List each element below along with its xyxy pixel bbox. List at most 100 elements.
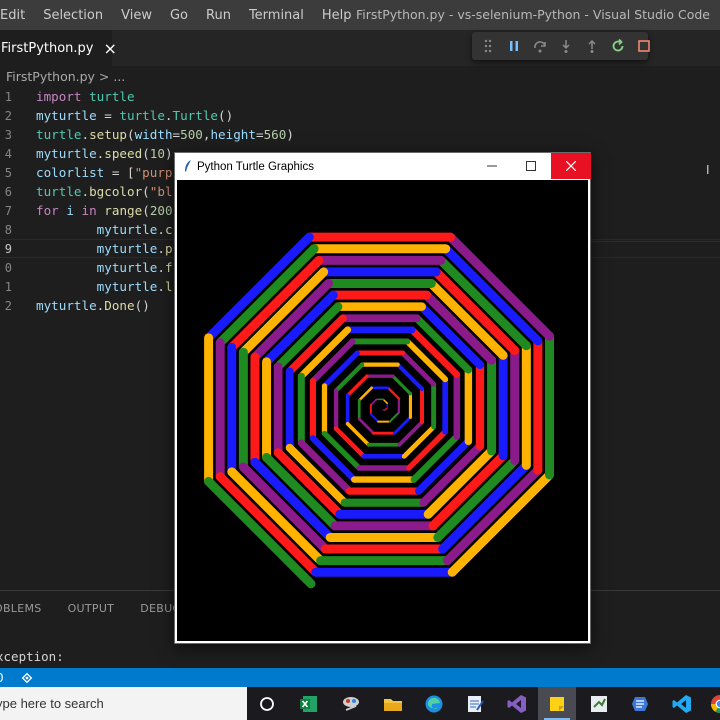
code-token: c <box>164 222 173 237</box>
code-token: turtle <box>36 127 82 142</box>
menu-terminal[interactable]: Terminal <box>240 8 313 23</box>
code-token: Done <box>104 298 135 313</box>
code-text: turtle.setup(width=500,height=560) <box>36 127 294 142</box>
code-token: ( <box>127 127 135 142</box>
line-number: 0 <box>4 260 12 275</box>
code-token: width <box>134 127 173 142</box>
code-text: myturtle.c <box>36 222 173 237</box>
code-text: myturtle.Done() <box>36 298 150 313</box>
restart-icon[interactable] <box>610 38 626 54</box>
turtle-stroke <box>388 411 400 423</box>
panel-tab-output[interactable]: OUTPUT <box>68 602 115 615</box>
code-token: i <box>66 203 74 218</box>
python-idle-icon[interactable] <box>587 692 611 716</box>
code-text: myturtle.p <box>36 241 173 256</box>
panel-tab-problems[interactable]: OBLEMS <box>0 602 42 615</box>
code-token: ( <box>142 146 150 161</box>
menu-selection[interactable]: Selection <box>34 8 112 23</box>
line-number: 7 <box>4 203 12 218</box>
step-into-icon[interactable] <box>558 38 574 54</box>
code-text: myturtle.f <box>36 260 173 275</box>
tk-feather-icon <box>185 160 191 172</box>
code-text: myturtle.speed(10) <box>36 146 173 161</box>
python-launcher-icon[interactable] <box>628 692 652 716</box>
status-errors[interactable]: 0 <box>0 671 4 685</box>
status-bar: 0 <box>0 668 720 687</box>
turtle-drawing <box>204 232 554 589</box>
code-text: turtle.bgcolor("bl <box>36 184 173 199</box>
error-count: 0 <box>0 671 4 685</box>
menu-edit[interactable]: Edit <box>0 8 34 23</box>
close-icon <box>566 161 576 171</box>
code-token: myturtle <box>36 108 97 123</box>
chrome-icon[interactable] <box>708 692 720 716</box>
minimize-icon <box>487 165 497 167</box>
notepad-icon[interactable] <box>463 692 487 716</box>
tab-firstpython[interactable]: FirstPython.py × <box>0 30 117 66</box>
code-token: ( <box>142 203 150 218</box>
taskbar-search[interactable] <box>0 687 247 720</box>
code-token: height <box>210 127 256 142</box>
menu-go[interactable]: Go <box>161 8 197 23</box>
text-cursor-icon: I <box>706 163 710 177</box>
sticky-notes-icon[interactable] <box>538 687 576 720</box>
code-token: turtle <box>119 108 165 123</box>
menu-run[interactable]: Run <box>197 8 240 23</box>
code-token: bgcolor <box>89 184 143 199</box>
drag-handle-icon[interactable] <box>480 38 496 54</box>
step-over-icon[interactable] <box>532 38 548 54</box>
turtle-graphics-window[interactable]: Python Turtle Graphics <box>174 152 591 644</box>
turtle-canvas <box>177 180 588 641</box>
step-out-icon[interactable] <box>584 38 600 54</box>
line-number: 8 <box>4 222 12 237</box>
visual-studio-icon[interactable] <box>505 692 529 716</box>
window-title: FirstPython.py - vs-selenium-Python - Vi… <box>355 7 710 22</box>
line-number: 2 <box>4 108 12 123</box>
turtle-stroke <box>357 386 373 402</box>
line-number: 9 <box>4 241 12 256</box>
edge-browser-icon[interactable] <box>422 692 446 716</box>
code-token: . <box>157 279 165 294</box>
code-line[interactable]: 2 myturtle = turtle.Turtle() <box>0 106 720 125</box>
code-line[interactable]: 1 import turtle <box>0 87 720 106</box>
maximize-icon <box>526 161 536 171</box>
code-text: colorlist = ["purp <box>36 165 173 180</box>
breadcrumb[interactable]: FirstPython.py > ... <box>6 69 125 84</box>
tab-close-icon[interactable]: × <box>104 39 117 58</box>
line-number: 3 <box>4 127 12 142</box>
code-token: p <box>164 241 173 256</box>
pause-icon[interactable] <box>506 38 522 54</box>
code-token: . <box>157 222 165 237</box>
code-token: () <box>218 108 234 123</box>
file-explorer-icon[interactable] <box>381 692 405 716</box>
code-token: import <box>36 89 82 104</box>
task-view-icon[interactable] <box>255 692 279 716</box>
code-token: myturtle <box>36 298 97 313</box>
vscode-icon[interactable] <box>670 692 694 716</box>
turtle-stroke <box>393 415 412 435</box>
close-button[interactable] <box>551 153 591 179</box>
excel-icon[interactable] <box>297 692 321 716</box>
stop-icon[interactable] <box>636 38 652 54</box>
taskbar-search-input[interactable] <box>0 696 236 711</box>
turtle-window-titlebar[interactable]: Python Turtle Graphics <box>175 153 591 180</box>
turtle-stroke <box>357 417 375 435</box>
menu-view[interactable]: View <box>112 8 161 23</box>
code-token: = [ <box>104 165 135 180</box>
code-token: . <box>81 184 90 199</box>
debug-status-icon[interactable] <box>20 671 34 685</box>
code-token: 560 <box>263 127 287 142</box>
turtle-stroke <box>400 350 437 387</box>
title-bar: Edit Selection View Go Run Terminal Help… <box>0 0 720 30</box>
code-line[interactable]: 3 turtle.setup(width=500,height=560) <box>0 125 720 144</box>
code-token: for <box>36 203 59 218</box>
panel-output-text: xception: <box>0 649 64 664</box>
menu-help[interactable]: Help <box>313 8 361 23</box>
code-token: speed <box>104 146 143 161</box>
maximize-button[interactable] <box>512 153 550 179</box>
snipping-tool-icon[interactable] <box>339 692 363 716</box>
minimize-button[interactable] <box>473 153 511 179</box>
code-token: myturtle <box>96 260 158 275</box>
